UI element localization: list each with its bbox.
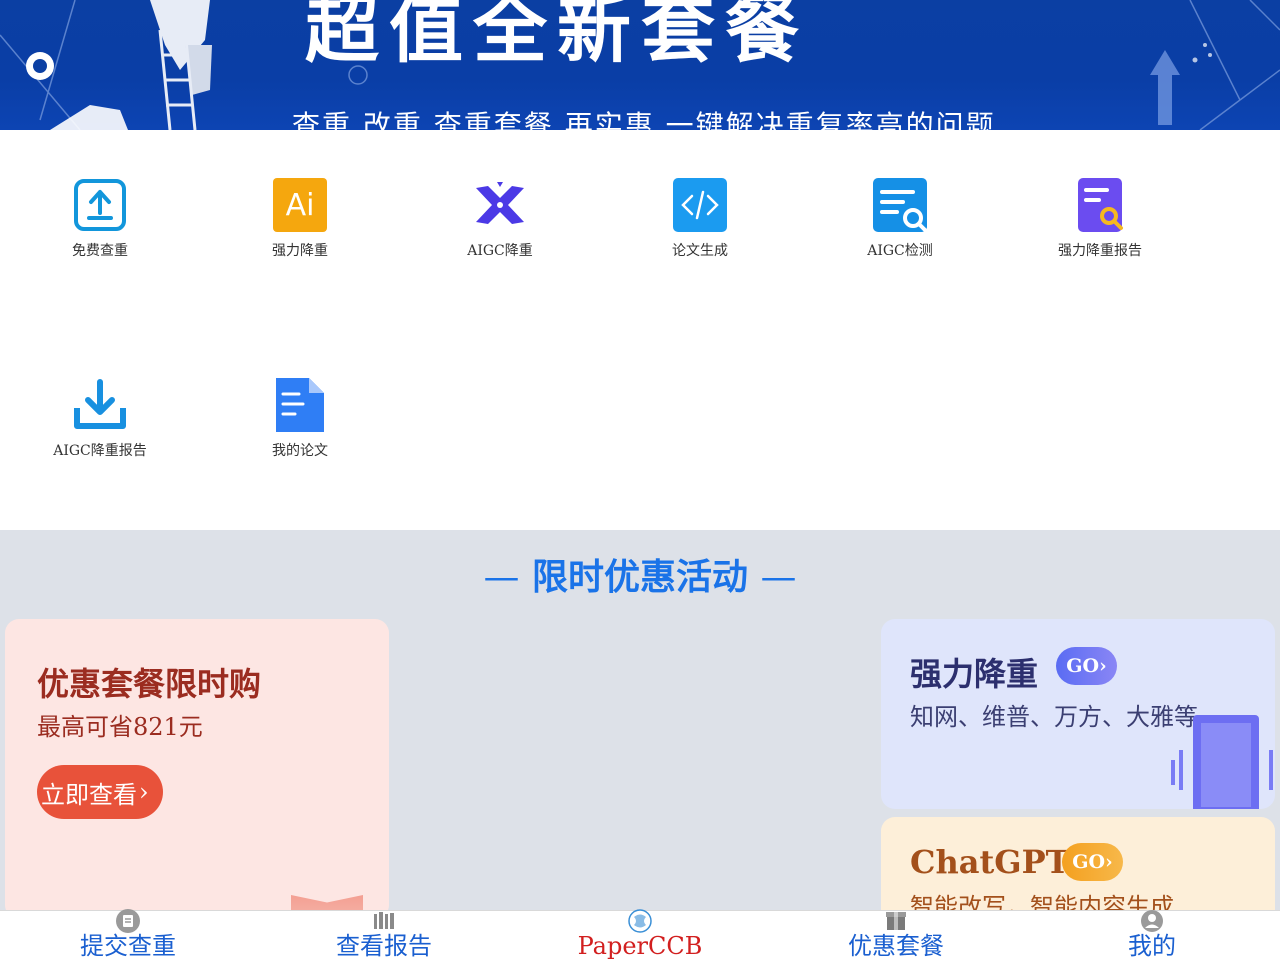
service-aigc-reduce[interactable]: AIGC降重 <box>400 130 600 330</box>
bottom-tab-bar: 提交查重 查看报告 PaperCCB 优惠套餐 我的 <box>0 909 1280 961</box>
service-aigc-report[interactable]: AIGC降重报告 <box>0 330 200 530</box>
service-label: 强力降重 <box>272 243 328 259</box>
document-icon <box>273 378 327 432</box>
tab-label: PaperCCB <box>577 932 703 960</box>
books-icon <box>372 909 396 933</box>
user-icon <box>1140 909 1164 933</box>
promo-card-package[interactable]: 优惠套餐限时购 最高可省821元 立即查看 › <box>5 619 389 910</box>
service-label: AIGC降重 <box>467 243 533 259</box>
promo-card-title: ChatGPT <box>910 843 1070 881</box>
chevron-right-icon: › <box>1099 655 1107 677</box>
document-icon <box>116 909 140 933</box>
promo-card-title: 优惠套餐限时购 <box>37 665 262 703</box>
download-icon <box>73 378 127 432</box>
service-label: AIGC降重报告 <box>53 443 147 459</box>
tab-label: 提交查重 <box>80 932 176 960</box>
chevron-right-icon: › <box>1105 851 1113 873</box>
package-icon <box>884 909 908 933</box>
service-label: 我的论文 <box>272 443 328 459</box>
promo-card-subtitle: 最高可省821元 <box>37 713 203 741</box>
service-label: 论文生成 <box>672 243 728 259</box>
code-icon <box>673 178 727 232</box>
service-grid: 免费查重 Ai 强力降重 AIGC降重 论文生成 AIGC检测 强力降重报告 A… <box>0 130 1280 530</box>
view-now-label: 立即查看 <box>41 780 137 809</box>
tab-label: 我的 <box>1128 932 1176 960</box>
chevron-right-icon: › <box>139 778 149 806</box>
promo-banner[interactable]: 超值全新套餐 查重 改重 查重套餐 再实惠 一键解决重复率高的问题 <box>0 0 1280 130</box>
service-label: AIGC检测 <box>867 243 933 259</box>
promo-heading: — 限时优惠活动 — <box>0 548 1280 600</box>
service-strong-report[interactable]: 强力降重报告 <box>1000 130 1200 330</box>
promo-card-chatgpt[interactable]: ChatGPT GO › 智能改写，智能内容生成 <box>881 817 1275 910</box>
promo-section: — 限时优惠活动 — 优惠套餐限时购 最高可省821元 立即查看 › 强力降重 … <box>0 530 1280 910</box>
service-label: 免费查重 <box>72 243 128 259</box>
banner-title: 超值全新套餐 <box>305 0 809 73</box>
report-search-icon <box>1073 178 1127 232</box>
promo-card-strong-reduce[interactable]: 强力降重 GO › 知网、维普、万方、大雅等 <box>881 619 1275 809</box>
heading-dash-left: — <box>483 557 520 598</box>
aigc-cross-icon <box>473 178 527 232</box>
tab-mine[interactable]: 我的 <box>1024 909 1280 961</box>
promo-card-subtitle: 智能改写，智能内容生成 <box>910 893 1174 910</box>
ribbon-decoration <box>291 895 363 910</box>
tab-label: 查看报告 <box>336 932 432 960</box>
service-strong-reduce[interactable]: Ai 强力降重 <box>200 130 400 330</box>
tab-paperccb[interactable]: PaperCCB <box>512 909 768 961</box>
tab-label: 优惠套餐 <box>848 932 944 960</box>
document-search-icon <box>873 178 927 232</box>
promo-card-title: 强力降重 <box>910 655 1039 693</box>
service-aigc-detect[interactable]: AIGC检测 <box>800 130 1000 330</box>
banner-subtitle: 查重 改重 查重套餐 再实惠 一键解决重复率高的问题 <box>292 109 996 130</box>
go-button[interactable]: GO › <box>1062 843 1123 881</box>
service-free-check[interactable]: 免费查重 <box>0 130 200 330</box>
svg-text:Ai: Ai <box>286 188 315 223</box>
promo-heading-text: 限时优惠活动 <box>531 557 748 598</box>
service-paper-generate[interactable]: 论文生成 <box>600 130 800 330</box>
ai-icon: Ai <box>273 178 327 232</box>
go-button[interactable]: GO › <box>1056 647 1117 685</box>
service-label: 强力降重报告 <box>1058 243 1142 259</box>
logo-icon <box>628 909 652 933</box>
tab-submit-check[interactable]: 提交查重 <box>0 909 256 961</box>
service-my-papers[interactable]: 我的论文 <box>200 330 400 530</box>
device-illustration-icon <box>1171 715 1273 809</box>
tab-packages[interactable]: 优惠套餐 <box>768 911 1024 961</box>
heading-dash-right: — <box>760 557 797 598</box>
upload-icon <box>73 178 127 232</box>
view-now-button[interactable]: 立即查看 › <box>37 765 163 819</box>
tab-view-report[interactable]: 查看报告 <box>256 911 512 961</box>
promo-card-subtitle: 知网、维普、万方、大雅等 <box>910 703 1198 731</box>
